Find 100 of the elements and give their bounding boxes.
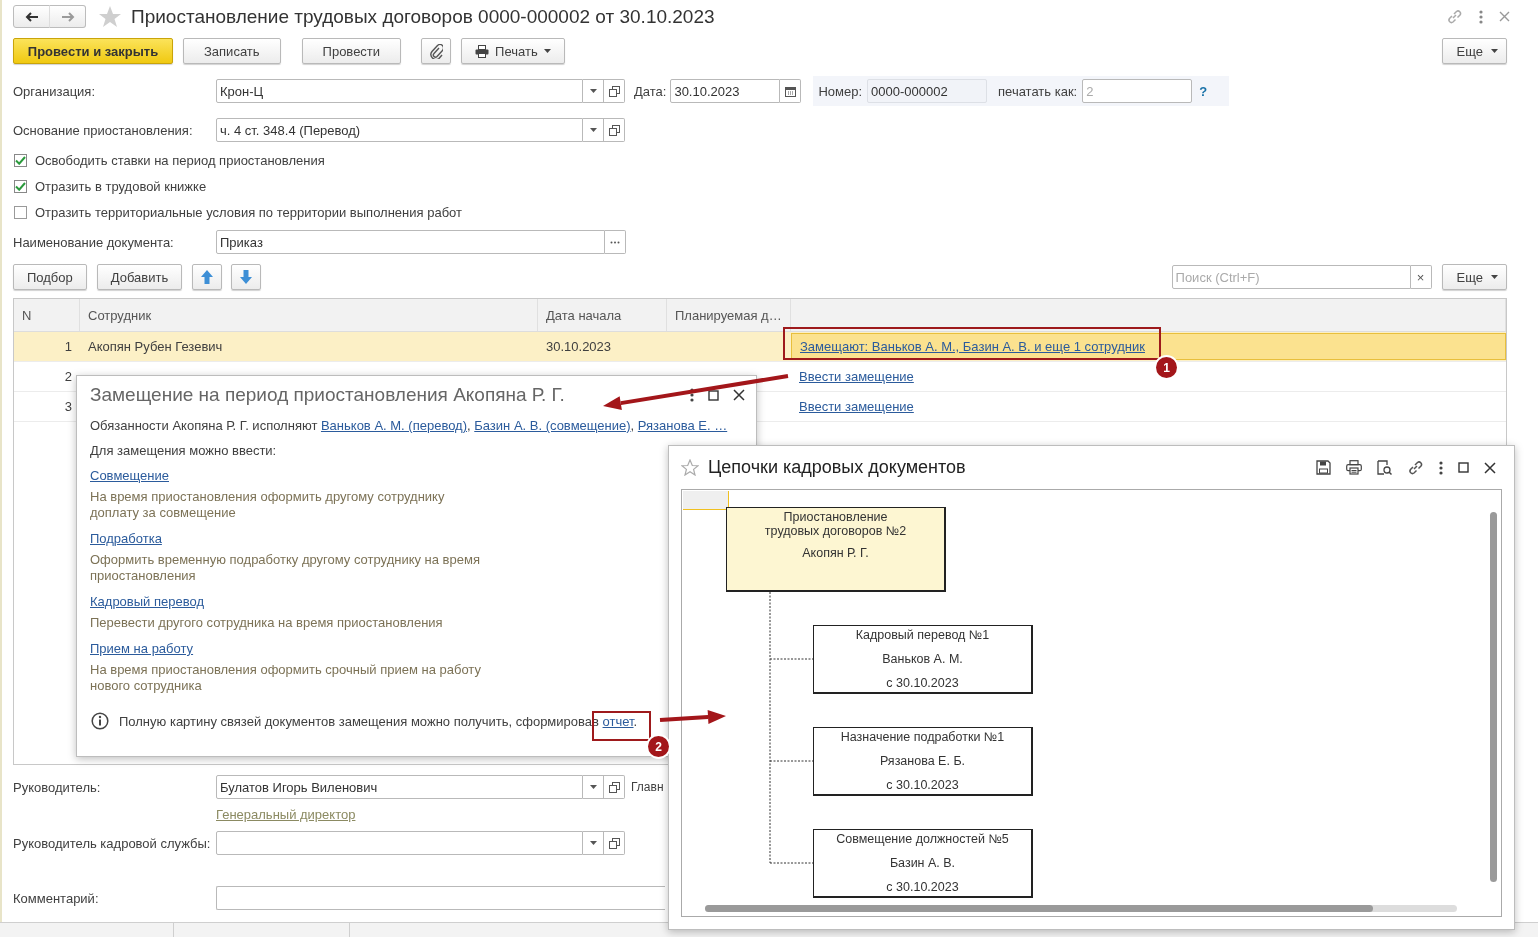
document-node[interactable]: Кадровый перевод №1 Ваньков А. М. с 30.10.2023: [813, 625, 1033, 694]
option-link[interactable]: Подработка: [90, 531, 162, 546]
post-and-close-button[interactable]: Провести и закрыть: [13, 38, 173, 64]
column-header[interactable]: N: [14, 299, 80, 331]
scrollbar-thumb[interactable]: [1490, 512, 1497, 882]
organization-field[interactable]: Крон-Ц: [216, 79, 583, 103]
checkbox[interactable]: [14, 179, 27, 193]
save-icon: [1316, 460, 1331, 475]
field-label: Наименование документа:: [13, 234, 175, 250]
table-cell-text: 2: [63, 368, 73, 386]
table-button[interactable]: Добавить: [96, 264, 183, 290]
more-icon: [1439, 460, 1443, 475]
maximize-icon: [1458, 462, 1469, 473]
checkbox[interactable]: [14, 205, 27, 219]
toolbar-button[interactable]: Записать: [183, 38, 281, 64]
arrow: [659, 710, 726, 725]
option-description: На время приостановления оформить другому сотруднику доплату за совмещение: [90, 489, 446, 521]
basis-field[interactable]: ч. 4 ст. 348.4 (Перевод): [216, 118, 583, 142]
maximize-icon: [708, 389, 719, 401]
caret-icon: [589, 89, 597, 93]
document-node[interactable]: Назначение подработки №1 Рязанова Е. Б. с 30.10.2023: [813, 727, 1033, 796]
comment-field[interactable]: [216, 886, 665, 910]
number-field[interactable]: 0000-000002: [867, 79, 988, 103]
calendar-icon: [784, 85, 796, 97]
star-icon: [98, 5, 122, 28]
document-node[interactable]: Приостановление трудовых договоров №2 Акопян Р. Г.: [726, 507, 946, 592]
option-description: На время приостановления оформить срочный прием на работу нового сотрудника: [90, 662, 482, 694]
field-label: Основание приостановления:: [13, 122, 194, 138]
checkbox[interactable]: [14, 153, 27, 167]
column-header[interactable]: Планируемая д…: [667, 299, 791, 331]
substitution-link[interactable]: Ввести замещение: [799, 369, 914, 384]
caret-icon: [1491, 49, 1498, 53]
field-label: Номер:: [818, 83, 863, 99]
dropdown-button[interactable]: [583, 118, 604, 142]
corner-cell: [683, 491, 729, 510]
document-name-field[interactable]: Приказ: [216, 230, 605, 254]
close-icon: [733, 389, 745, 401]
attach-button[interactable]: [421, 38, 452, 64]
node-employee: Базин А. В.: [888, 856, 957, 870]
scrollbar-thumb[interactable]: [705, 905, 1373, 912]
move-up-button[interactable]: [192, 264, 223, 290]
printer-icon: [475, 44, 490, 58]
substitution-link[interactable]: Ввести замещение: [799, 399, 914, 414]
manager-field[interactable]: Булатов Игорь Виленович: [216, 775, 583, 799]
position-link[interactable]: Генеральный директор: [216, 807, 356, 821]
field-label: Комментарий:: [13, 890, 100, 906]
open-button[interactable]: [604, 79, 625, 103]
help-link[interactable]: ?: [1199, 83, 1208, 99]
node-employee: Ваньков А. М.: [881, 652, 964, 666]
step-badge: 1: [1156, 357, 1177, 378]
dropdown-button[interactable]: [583, 775, 604, 799]
search-field[interactable]: Поиск (Ctrl+F): [1171, 265, 1411, 289]
calendar-button[interactable]: [780, 79, 802, 103]
column-header[interactable]: Сотрудник: [80, 299, 538, 331]
hr-head-field[interactable]: [216, 831, 583, 855]
checkbox-label: Отразить в трудовой книжке: [35, 178, 207, 194]
caret-icon: [589, 128, 597, 132]
preview-icon: [1377, 460, 1392, 475]
open-window-icon: [608, 837, 620, 849]
clear-button[interactable]: ×: [1410, 265, 1432, 289]
caret-icon: [589, 841, 597, 845]
table-button[interactable]: Подбор: [13, 264, 87, 290]
employee-link[interactable]: Рязанова Е. …: [637, 418, 728, 433]
node-date: с 30.10.2023: [885, 778, 960, 792]
open-button[interactable]: [604, 831, 625, 855]
option-link[interactable]: Совмещение: [90, 468, 169, 483]
caret-icon: [543, 49, 551, 53]
column-header[interactable]: Дата начала: [538, 299, 667, 331]
window-title: Приостановление трудовых договоров 0000-000002 от 30.10.2023: [131, 5, 715, 28]
link-icon: [1407, 459, 1424, 476]
back-button[interactable]: [13, 5, 50, 28]
table-cell-text: 1: [63, 338, 73, 356]
table-cell-text: 30.10.2023: [545, 338, 613, 356]
date-field[interactable]: 30.10.2023: [670, 79, 781, 103]
document-node[interactable]: Совмещение должностей №5 Базин А. В. с 30.10.2023: [813, 829, 1033, 898]
dropdown-button[interactable]: [583, 79, 604, 103]
print-button[interactable]: Печать: [461, 38, 565, 64]
option-link[interactable]: Кадровый перевод: [90, 594, 204, 609]
move-down-button[interactable]: [231, 264, 262, 290]
dropdown-button[interactable]: [583, 831, 604, 855]
up-arrow-icon: [200, 269, 215, 285]
open-button[interactable]: [604, 118, 625, 142]
node-employee: Рязанова Е. Б.: [878, 754, 967, 768]
field-label: Организация:: [13, 83, 97, 99]
open-window-icon: [608, 85, 620, 97]
employee-link[interactable]: Базин А. В. (совмещение): [474, 418, 631, 433]
node-title: Назначение подработки №1: [839, 730, 1006, 744]
more-icon: [690, 388, 694, 402]
employee-link[interactable]: Ваньков А. М. (перевод): [320, 418, 467, 433]
open-button[interactable]: [604, 775, 625, 799]
toolbar-button[interactable]: Провести: [301, 38, 402, 64]
report-link[interactable]: отчет: [602, 713, 634, 729]
more-button[interactable]: Еще: [1441, 264, 1507, 290]
option-description: Перевести другого сотрудника на время приостановления: [90, 615, 444, 631]
popup-title: Замещение на период приостановления Акопяна Р. Г.: [90, 384, 565, 406]
print-as-field[interactable]: 2: [1082, 79, 1193, 103]
down-arrow-icon: [239, 269, 254, 285]
table-cell-text: Акопян Рубен Гезевич: [87, 338, 224, 356]
more-button[interactable]: Еще: [1441, 38, 1507, 64]
option-link[interactable]: Прием на работу: [90, 641, 194, 656]
